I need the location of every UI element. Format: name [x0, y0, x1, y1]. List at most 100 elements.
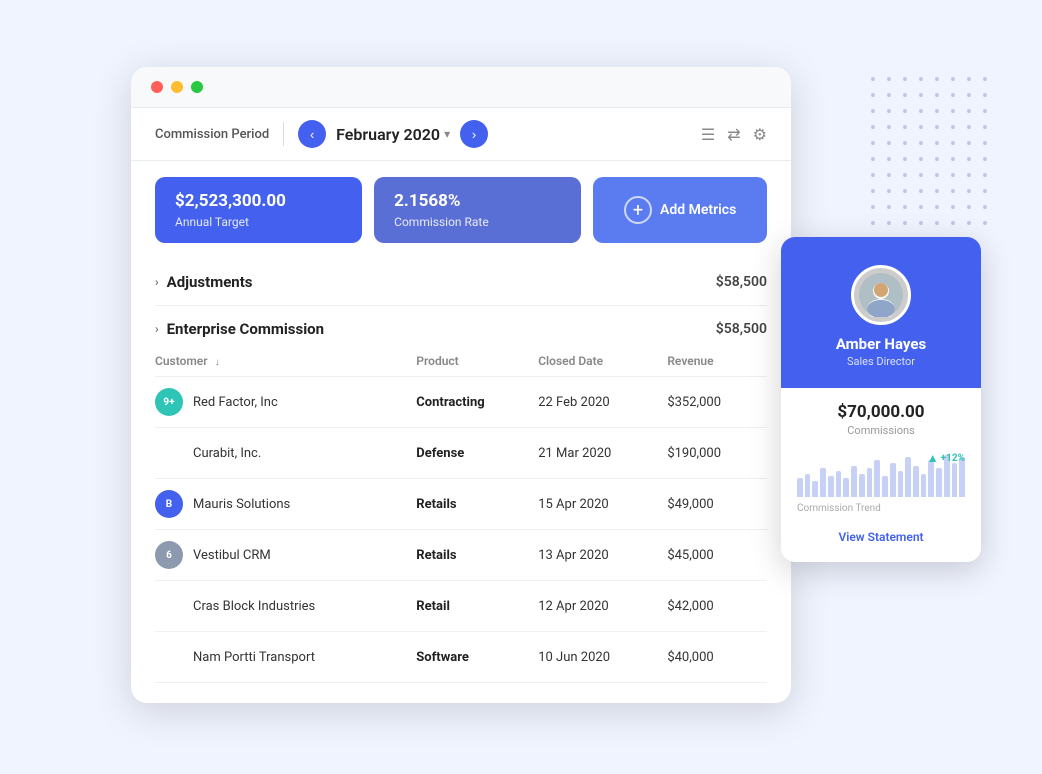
add-icon: +: [624, 196, 652, 224]
chart-bar: [851, 466, 857, 498]
profile-name: Amber Hayes: [836, 335, 926, 353]
product-cell: Software: [416, 632, 538, 683]
chart-bar: [936, 468, 942, 497]
traffic-light-green[interactable]: [191, 81, 203, 93]
product-cell: Contracting: [416, 377, 538, 428]
traffic-light-red[interactable]: [151, 81, 163, 93]
adjustments-label: Adjustments: [167, 273, 253, 291]
product-cell: Retail: [416, 581, 538, 632]
customer-name: Mauris Solutions: [193, 497, 290, 512]
revenue-cell: $42,000: [667, 581, 767, 632]
table-row[interactable]: BMauris SolutionsRetails15 Apr 2020$49,0…: [155, 479, 767, 530]
commission-period-label: Commission Period: [155, 127, 269, 142]
adjustments-row[interactable]: › Adjustments $58,500: [155, 259, 767, 306]
annual-target-card: $2,523,300.00 Annual Target: [155, 177, 362, 243]
commission-rate-card: 2.1568% Commission Rate: [374, 177, 581, 243]
next-period-button[interactable]: ›: [460, 120, 488, 148]
customer-name: Red Factor, Inc: [193, 395, 278, 410]
trend-value: +12%: [941, 453, 965, 464]
commission-chart: ▲ +12%: [797, 447, 965, 497]
revenue-cell: $352,000: [667, 377, 767, 428]
commission-label: Commissions: [797, 424, 965, 437]
table-row[interactable]: Cras Block Industries Retail12 Apr 2020$4…: [155, 581, 767, 632]
commission-amount: $70,000.00: [797, 402, 965, 422]
chart-bar: [952, 463, 958, 497]
traffic-light-yellow[interactable]: [171, 81, 183, 93]
period-title: February 2020: [336, 125, 440, 144]
column-customer[interactable]: Customer ↓: [155, 346, 416, 377]
prev-period-button[interactable]: ‹: [298, 120, 326, 148]
customer-name: Curabit, Inc.: [193, 446, 261, 461]
closed-date-cell: 10 Jun 2020: [538, 632, 667, 683]
commission-rate-value: 2.1568%: [394, 191, 561, 211]
chart-bar: [820, 468, 826, 497]
view-statement-button[interactable]: View Statement: [797, 524, 965, 550]
chart-bar: [812, 481, 818, 497]
customer-name: Vestibul CRM: [193, 548, 271, 563]
main-window: Commission Period ‹ February 2020 ▾ › ☰ …: [131, 67, 791, 703]
chart-bar: [859, 474, 865, 497]
enterprise-row[interactable]: › Enterprise Commission $58,500: [155, 306, 767, 346]
profile-card-header: Amber Hayes Sales Director: [781, 237, 981, 388]
avatar-spacer: [155, 592, 183, 620]
product-cell: Retails: [416, 530, 538, 581]
profile-avatar: [851, 265, 911, 325]
chart-bar: [921, 474, 927, 497]
commission-table: Customer ↓ Product Closed Date Revenue 9…: [155, 346, 767, 683]
profile-card: Amber Hayes Sales Director $70,000.00 Co…: [781, 237, 981, 562]
column-product: Product: [416, 346, 538, 377]
list-filter-icon[interactable]: ☰: [701, 125, 715, 144]
table-row[interactable]: Curabit, Inc.Defense21 Mar 2020$190,000: [155, 428, 767, 479]
period-dropdown-button[interactable]: ▾: [444, 127, 450, 141]
trend-badge: ▲ +12%: [927, 451, 965, 465]
customer-avatar: 9+: [155, 388, 183, 416]
title-bar: [131, 67, 791, 108]
chart-label: Commission Trend: [797, 503, 965, 514]
product-cell: Defense: [416, 428, 538, 479]
table-row[interactable]: 6Vestibul CRMRetails13 Apr 2020$45,000: [155, 530, 767, 581]
header-divider: [283, 122, 284, 146]
header-actions: ☰ ⇄ ⚙: [701, 125, 767, 144]
revenue-cell: $190,000: [667, 428, 767, 479]
trend-arrow-icon: ▲: [927, 451, 939, 465]
adjustments-chevron-icon: ›: [155, 275, 159, 289]
profile-title: Sales Director: [847, 355, 915, 368]
list-sort-icon[interactable]: ⇄: [727, 125, 740, 144]
table-row[interactable]: Nam Portti TransportSoftware10 Jun 2020$…: [155, 632, 767, 683]
chart-bar: [836, 471, 842, 497]
customer-avatar: B: [155, 490, 183, 518]
revenue-cell: $40,000: [667, 632, 767, 683]
chart-bar: [898, 471, 904, 497]
add-metrics-card[interactable]: + Add Metrics: [593, 177, 767, 243]
commission-rate-label: Commission Rate: [394, 215, 561, 229]
annual-target-value: $2,523,300.00: [175, 191, 342, 211]
closed-date-cell: 12 Apr 2020: [538, 581, 667, 632]
product-cell: Retails: [416, 479, 538, 530]
profile-card-body: $70,000.00 Commissions ▲ +12% Commission…: [781, 388, 981, 562]
table-row[interactable]: 9+Red Factor, IncContracting22 Feb 2020$…: [155, 377, 767, 428]
closed-date-cell: 15 Apr 2020: [538, 479, 667, 530]
chart-bar: [797, 478, 803, 497]
settings-icon[interactable]: ⚙: [753, 125, 767, 144]
chart-bar: [890, 463, 896, 497]
adjustments-amount: $58,500: [716, 274, 767, 290]
enterprise-label: Enterprise Commission: [167, 320, 324, 338]
chart-bar: [805, 474, 811, 497]
page-wrapper: // Will be rendered below Commission Per…: [71, 37, 971, 737]
sort-icon: ↓: [215, 357, 220, 368]
add-metrics-label: Add Metrics: [660, 202, 736, 218]
chart-bar: [843, 478, 849, 497]
header-bar: Commission Period ‹ February 2020 ▾ › ☰ …: [131, 108, 791, 161]
avatar-spacer: [155, 439, 183, 467]
customer-avatar: 6: [155, 541, 183, 569]
enterprise-chevron-icon: ›: [155, 322, 159, 336]
column-closed-date: Closed Date: [538, 346, 667, 377]
customer-name: Cras Block Industries: [193, 599, 315, 614]
chart-bar: [882, 476, 888, 497]
chart-bar: [874, 460, 880, 497]
annual-target-label: Annual Target: [175, 215, 342, 229]
enterprise-amount: $58,500: [716, 321, 767, 337]
chart-bar: [913, 466, 919, 498]
avatar-spacer: [155, 643, 183, 671]
revenue-cell: $45,000: [667, 530, 767, 581]
